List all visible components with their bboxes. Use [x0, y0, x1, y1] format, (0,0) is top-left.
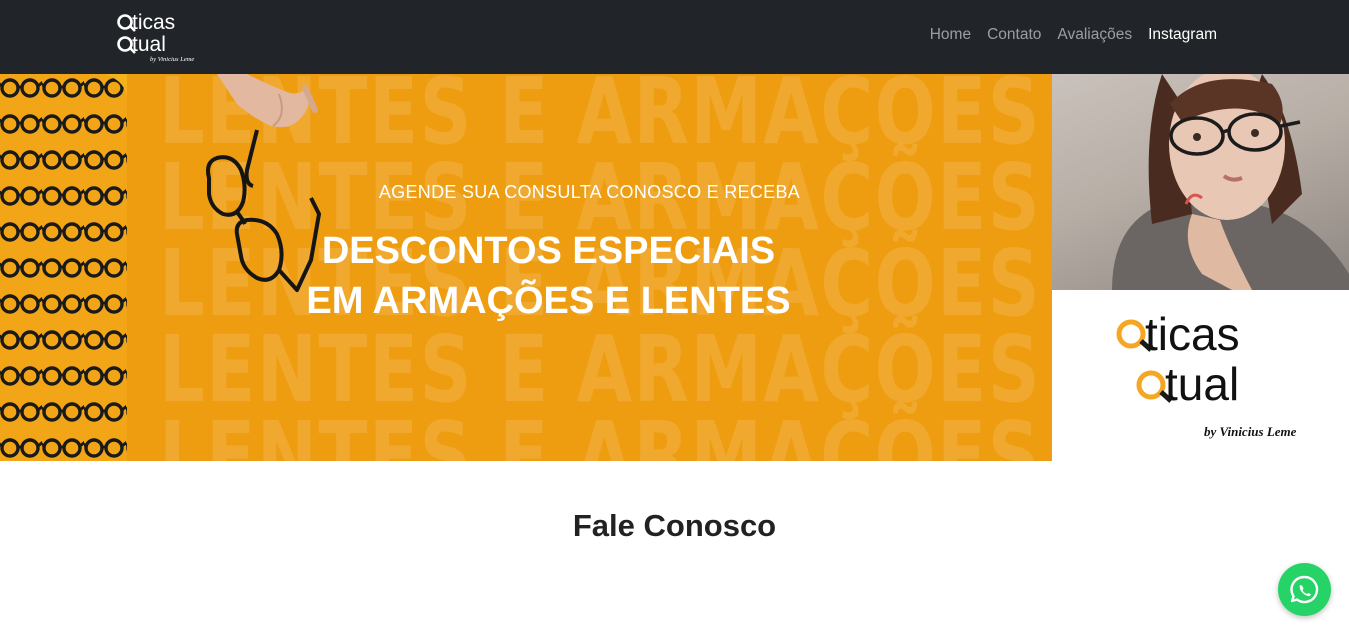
nav-link-contato[interactable]: Contato [979, 24, 1049, 46]
svg-text:by Vinicius Leme: by Vinicius Leme [1204, 424, 1297, 439]
banner-tagline: AGENDE SUA CONSULTA CONOSCO E RECEBA [378, 182, 801, 202]
banner-bg-text: LENTES E ARMAÇÕES [159, 402, 1042, 461]
navbar: ticas tual by Vinicius Leme Home Contato… [0, 0, 1349, 74]
svg-text:tual: tual [1165, 358, 1239, 410]
headline-line: EM ARMAÇÕES E LENTES [306, 280, 791, 322]
nav-link-avaliacoes[interactable]: Avaliações [1049, 24, 1140, 46]
brand-logo-panel: ticas tual by Vinicius Leme [1052, 290, 1349, 461]
banner-headline: DESCONTOS ESPECIAIS EM ARMAÇÕES E LENTES [0, 226, 1097, 326]
woman-with-glasses-icon [1112, 74, 1349, 290]
svg-text:ticas: ticas [132, 11, 175, 34]
nav-link-instagram[interactable]: Instagram [1140, 24, 1225, 46]
brand-logo[interactable]: ticas tual by Vinicius Leme [116, 6, 206, 64]
svg-text:ticas: ticas [1145, 308, 1240, 360]
nav-menu: Home Contato Avaliações Instagram [922, 24, 1225, 46]
model-photo [1052, 74, 1349, 290]
contact-section-title: Fale Conosco [572, 508, 777, 543]
oticas-atual-logo-icon: ticas tual by Vinicius Leme [1116, 308, 1297, 439]
whatsapp-icon [1290, 575, 1319, 604]
svg-text:tual: tual [132, 33, 166, 56]
oticas-logo-icon: ticas tual by Vinicius Leme [117, 11, 194, 63]
hero-banner[interactable]: LENTES E ARMAÇÕES LENTES E ARMAÇÕES LENT… [0, 74, 1349, 461]
whatsapp-button[interactable] [1278, 563, 1331, 616]
headline-line: DESCONTOS ESPECIAIS [321, 230, 776, 272]
svg-text:by Vinicius Leme: by Vinicius Leme [150, 56, 194, 63]
nav-link-home[interactable]: Home [922, 24, 979, 46]
